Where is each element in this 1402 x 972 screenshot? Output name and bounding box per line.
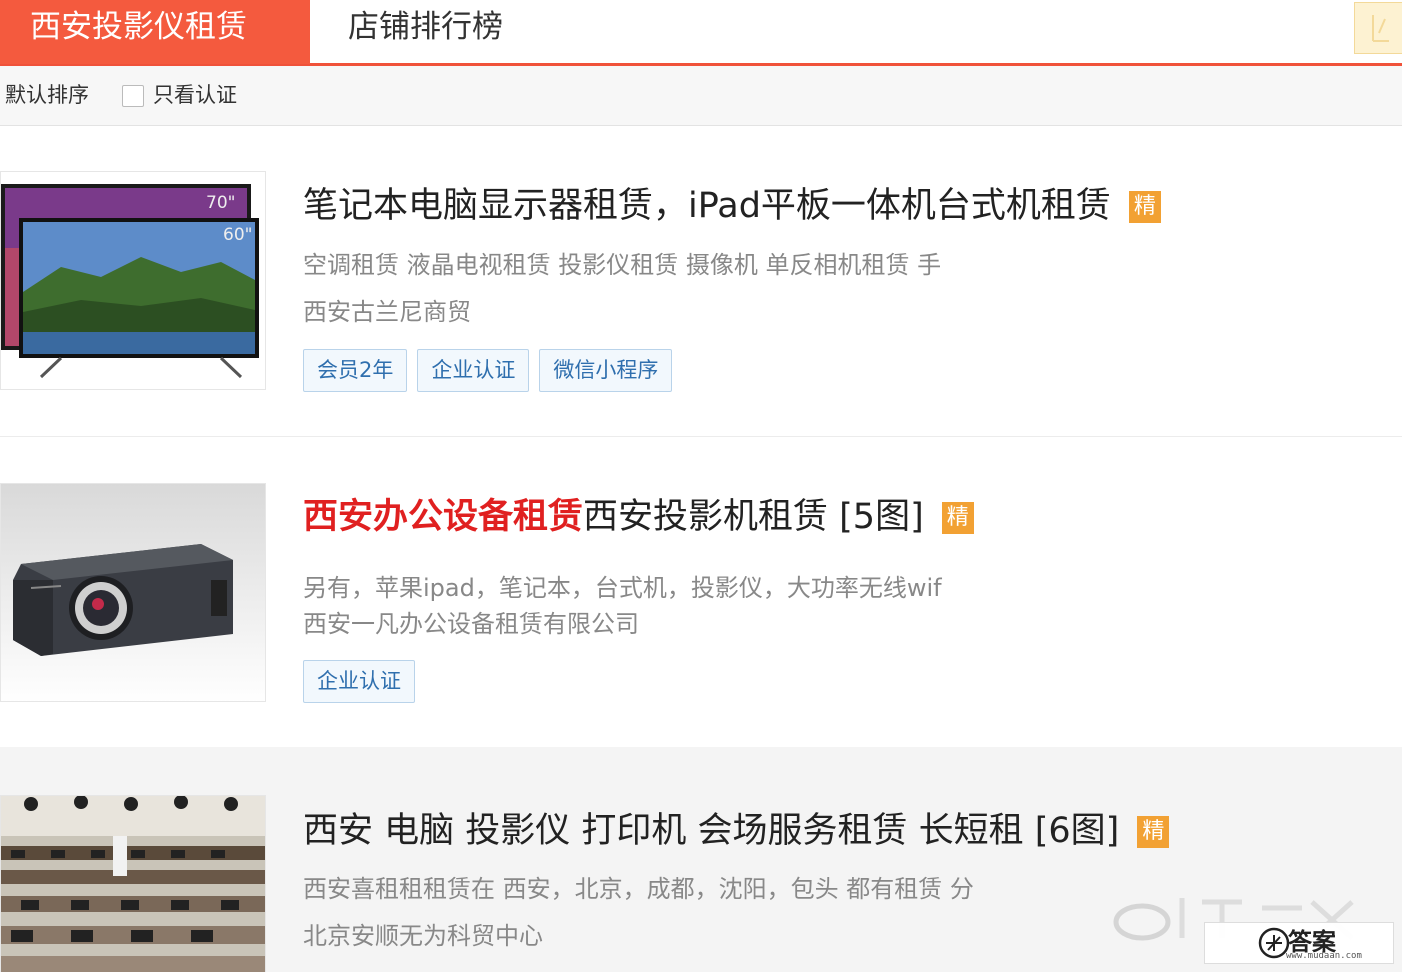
- certified-only-label[interactable]: 只看认证: [153, 66, 237, 124]
- tv-size-label: 70": [206, 193, 235, 213]
- tab-store-ranking[interactable]: 店铺排行榜: [348, 0, 503, 54]
- filter-bar: 默认排序 只看认证: [0, 66, 1402, 126]
- listing-title-text: 西安 电脑 投影仪 打印机 会场服务租赁 长短租 [6图]: [303, 811, 1120, 851]
- conference-room-image-icon: [1, 796, 265, 972]
- listing-title-text: 西安投影机租赁 [5图]: [583, 497, 924, 537]
- listing-thumbnail-conference-room[interactable]: [0, 795, 266, 972]
- listing-title[interactable]: 西安办公设备租赁西安投影机租赁 [5图] 精: [303, 488, 974, 539]
- listing-company-link[interactable]: 西安古兰尼商贸: [303, 292, 471, 327]
- listing-row: 70" 60" 笔记本电脑显示器租赁，iPad平板一体机台式机租赁精 空调租赁 …: [0, 127, 1402, 437]
- featured-badge: 精: [1137, 816, 1170, 848]
- listing-thumbnail-tv[interactable]: 70" 60": [0, 171, 266, 390]
- top-tab-bar: 西安投影仪租赁 店铺排行榜: [0, 0, 1402, 66]
- listing-description: 西安喜租租租赁在 西安，北京，成都，沈阳，包头 都有租赁 分: [303, 875, 974, 903]
- tv-size-label: 60": [223, 225, 252, 245]
- tv-image-icon: 70" 60": [1, 172, 265, 389]
- listing-description: 另有，苹果ipad，笔记本，台式机，投影仪，大功率无线wif: [303, 574, 942, 602]
- watermark-url: www.mudaan.com: [1286, 951, 1362, 961]
- tag-wechat-miniprogram[interactable]: 微信小程序: [539, 349, 673, 392]
- tag-enterprise-certified[interactable]: 企业认证: [303, 660, 415, 703]
- listing-title-highlight: 西安办公设备租赁: [303, 497, 584, 537]
- listing-tags: 企业认证: [303, 660, 415, 703]
- listing-title-text: 笔记本电脑显示器租赁，iPad平板一体机台式机租赁: [303, 186, 1111, 226]
- listing-thumbnail-projector[interactable]: [0, 483, 266, 702]
- corner-tab-stub[interactable]: [1354, 2, 1402, 54]
- featured-badge: 精: [941, 502, 974, 534]
- listing-title[interactable]: 西安 电脑 投影仪 打印机 会场服务租赁 长短租 [6图] 精: [303, 802, 1170, 853]
- listing-title[interactable]: 笔记本电脑显示器租赁，iPad平板一体机台式机租赁精: [303, 177, 1161, 228]
- listing-company-link[interactable]: 北京安顺无为科贸中心: [303, 916, 543, 951]
- listing-company-link[interactable]: 西安一凡办公设备租赁有限公司: [303, 604, 639, 639]
- listing-description: 空调租赁 液晶电视租赁 投影仪租赁 摄像机 单反相机租赁 手: [303, 251, 942, 279]
- tag-member-years[interactable]: 会员2年: [303, 349, 408, 392]
- featured-badge: 精: [1128, 191, 1161, 223]
- tag-enterprise-certified[interactable]: 企业认证: [417, 349, 530, 392]
- listing-tags: 会员2年 企业认证 微信小程序: [303, 349, 673, 392]
- listing-row: 西安办公设备租赁西安投影机租赁 [5图] 精 另有，苹果ipad，笔记本，台式机，…: [0, 438, 1402, 747]
- corner-glyph-icon: [1372, 15, 1389, 42]
- projector-image-icon: [1, 484, 265, 701]
- certified-only-checkbox[interactable]: [122, 85, 144, 107]
- default-sort-button[interactable]: 默认排序: [5, 66, 89, 124]
- tab-projector-rental[interactable]: 西安投影仪租赁: [0, 0, 310, 64]
